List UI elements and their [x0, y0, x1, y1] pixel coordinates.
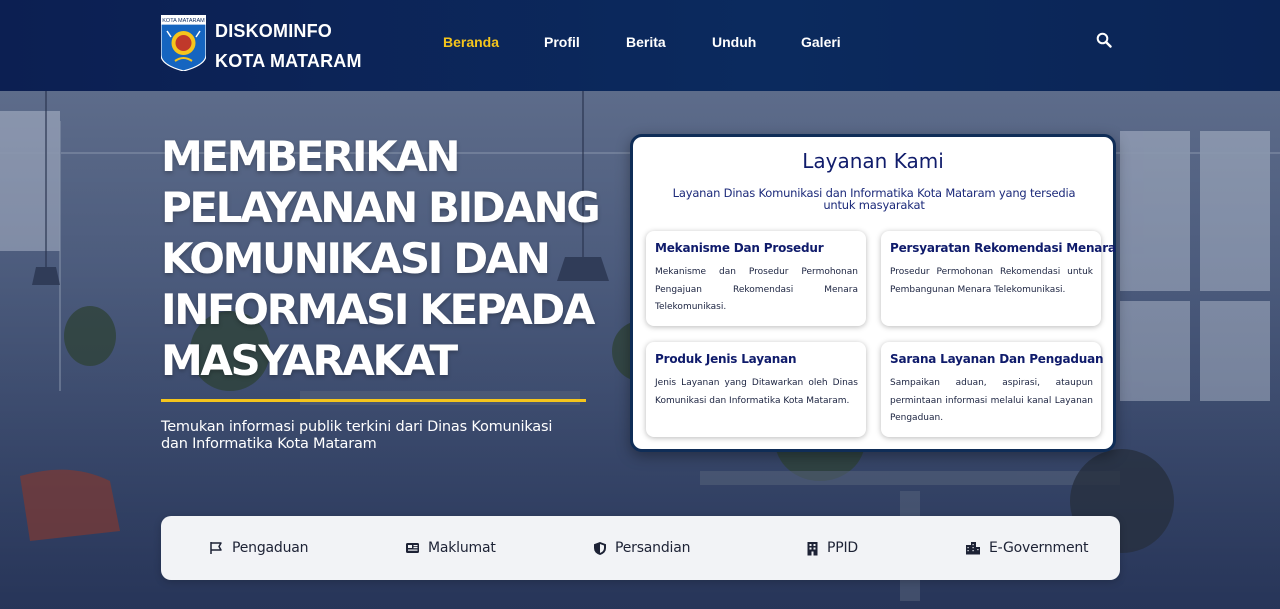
services-title: Layanan Kami — [802, 149, 944, 173]
flag-icon — [210, 542, 222, 554]
nav-item-galeri[interactable]: Galeri — [801, 34, 841, 50]
service-card-title: Produk Jenis Layanan — [655, 352, 797, 366]
quick-link-ppid[interactable]: PPID — [806, 538, 858, 558]
nav-item-unduh[interactable]: Unduh — [712, 34, 756, 50]
services-subtitle: Layanan Dinas Komunikasi dan Informatika… — [672, 186, 1076, 212]
svg-text:KOTA MATARAM: KOTA MATARAM — [162, 18, 205, 24]
quick-link-label: Maklumat — [428, 540, 496, 556]
nav-item-profil[interactable]: Profil — [544, 34, 580, 50]
service-card-produk[interactable]: Produk Jenis Layanan Jenis Layanan yang … — [646, 342, 866, 437]
quick-link-maklumat[interactable]: Maklumat — [405, 538, 496, 558]
search-icon[interactable] — [1096, 32, 1114, 50]
hero-headline: MEMBERIKAN PELAYANAN BIDANG KOMUNIKASI D… — [161, 132, 601, 385]
hero-section: MEMBERIKAN PELAYANAN BIDANG KOMUNIKASI D… — [0, 91, 1280, 609]
service-card-description: Prosedur Permohonan Rekomendasi untuk Pe… — [890, 267, 1093, 295]
service-card-description: Mekanisme dan Prosedur Permohonan Pengaj… — [655, 267, 858, 312]
service-card-sarana[interactable]: Sarana Layanan Dan Pengaduan Sampaikan a… — [881, 342, 1104, 437]
nav-item-beranda[interactable]: Beranda — [443, 34, 499, 50]
service-card-description: Jenis Layanan yang Ditawarkan oleh Dinas… — [655, 378, 858, 406]
headline-divider — [161, 399, 586, 402]
quick-link-label: E-Government — [989, 540, 1089, 556]
quick-link-label: Persandian — [615, 540, 691, 556]
site-header: KOTA MATARAM DISKOMINFO KOTA MATARAM Ber… — [0, 0, 1280, 91]
service-card-title: Mekanisme Dan Prosedur — [655, 241, 824, 255]
shield-icon — [594, 541, 606, 555]
quick-link-label: PPID — [827, 540, 858, 556]
main-nav: Beranda Profil Berita Unduh Galeri — [0, 34, 1280, 54]
building-icon — [807, 541, 818, 555]
hero-subheadline: Temukan informasi publik terkini dari Di… — [161, 419, 553, 452]
quick-link-label: Pengaduan — [232, 540, 309, 556]
services-panel: Layanan Kami Layanan Dinas Komunikasi da… — [630, 134, 1116, 452]
quick-links-bar: Pengaduan Maklumat Persandian PPID E-Gov… — [161, 516, 1120, 580]
service-card-description: Sampaikan aduan, aspirasi, ataupun permi… — [890, 378, 1093, 423]
service-card-title: Persyaratan Rekomendasi Menara — [890, 241, 1116, 255]
service-card-title: Sarana Layanan Dan Pengaduan — [890, 352, 1104, 366]
newspaper-icon — [406, 543, 419, 553]
quick-link-pengaduan[interactable]: Pengaduan — [209, 538, 309, 558]
quick-link-e-government[interactable]: E-Government — [965, 538, 1089, 558]
city-icon — [966, 542, 980, 555]
service-card-persyaratan[interactable]: Persyaratan Rekomendasi Menara Prosedur … — [881, 231, 1116, 326]
service-card-mekanisme[interactable]: Mekanisme Dan Prosedur Mekanisme dan Pro… — [646, 231, 866, 326]
quick-link-persandian[interactable]: Persandian — [593, 538, 690, 558]
nav-item-berita[interactable]: Berita — [626, 34, 666, 50]
